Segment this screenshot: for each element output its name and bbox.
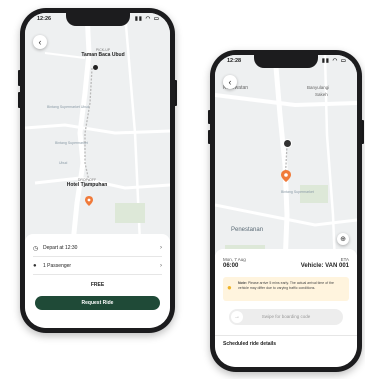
map-label: Sakeh (315, 92, 328, 97)
map-label: Bintang Supermarket (55, 141, 88, 145)
ride-time: 06:00 (223, 263, 239, 269)
status-bar: 12:26 ▮▮ ◠ ▭ (25, 16, 170, 26)
person-icon: ● (33, 263, 37, 269)
swipe-label: Swipe for boarding code (261, 314, 311, 319)
arrival-note: ● Note: Please arrive 5 mins early. The … (223, 277, 349, 301)
dropoff-marker-icon (281, 170, 291, 182)
pickup-label: PICK-UP Taman Baca Ubud (73, 48, 133, 58)
vehicle-marker-icon (283, 139, 292, 148)
ride-map[interactable]: ‹ Kedewatan Banyulangi Sakeh Bintang Sup… (215, 55, 357, 255)
map-label: Ubud (59, 161, 68, 165)
right-phone-screen: 12:28 ▮▮ ◠ ▭ ‹ Kedewatan Banyulangi Sake… (215, 55, 357, 367)
status-icons: ▮▮ ◠ ▭ (321, 58, 347, 64)
depart-label: Depart at 12:30 (43, 245, 78, 251)
recenter-button[interactable]: ⊕ (337, 233, 349, 245)
map-label: Banyulangi (307, 85, 330, 90)
chevron-right-icon: › (160, 263, 162, 269)
status-icons: ▮▮ ◠ ▭ (134, 16, 160, 22)
swipe-boarding-slider[interactable]: → Swipe for boarding code (229, 309, 343, 325)
note-text: Please arrive 5 mins early. The actual a… (238, 281, 334, 290)
passenger-row[interactable]: ● 1 Passenger › (33, 258, 162, 275)
dropoff-marker-icon (85, 196, 93, 206)
pickup-marker-icon (93, 65, 98, 70)
note-text-block: Note: Please arrive 5 mins early. The ac… (238, 281, 345, 290)
status-bar: 12:28 ▮▮ ◠ ▭ (215, 58, 357, 68)
scheduled-ride-details[interactable]: Scheduled ride details (223, 341, 276, 347)
left-phone: 12:26 ▮▮ ◠ ▭ ‹ PICK-UP Taman Baca Ubud B… (20, 8, 175, 333)
map-label: Penestanan (231, 227, 264, 233)
map-label: Bintang Supermarket Ubud (47, 105, 90, 109)
back-button[interactable]: ‹ (223, 75, 237, 89)
right-phone: 12:28 ▮▮ ◠ ▭ ‹ Kedewatan Banyulangi Sake… (210, 50, 362, 372)
status-time: 12:26 (37, 16, 52, 22)
lightbulb-icon: ● (227, 283, 232, 292)
ride-date: Mon, 7 Aug (223, 257, 246, 262)
request-ride-button[interactable]: Request Ride (35, 296, 160, 310)
dropoff-name: Hotel Tjampuhan (66, 182, 108, 189)
depart-time-row[interactable]: ◷ Depart at 12:30 › (33, 240, 162, 257)
booking-sheet: ◷ Depart at 12:30 › ● 1 Passenger › FREE… (25, 234, 170, 328)
divider (215, 335, 357, 336)
left-phone-screen: 12:26 ▮▮ ◠ ▭ ‹ PICK-UP Taman Baca Ubud B… (25, 13, 170, 328)
pickup-name: Taman Baca Ubud (81, 52, 125, 59)
clock-icon: ◷ (33, 245, 39, 252)
dropoff-label: DROP-OFF Hotel Tjampuhan (55, 178, 119, 188)
note-bold: Note: (238, 281, 247, 285)
price-label: FREE (90, 282, 105, 288)
status-time: 12:28 (227, 58, 242, 64)
eta-label: ETA (340, 257, 349, 262)
route-map[interactable]: ‹ PICK-UP Taman Baca Ubud Bintang Superm… (25, 13, 170, 240)
chevron-right-icon: › (160, 245, 162, 251)
map-label: Bintang Supermarket (281, 190, 314, 194)
back-button[interactable]: ‹ (33, 35, 47, 49)
vehicle-label: Vehicle: VAN 001 (300, 263, 349, 269)
passenger-label: 1 Passenger (43, 263, 72, 269)
ride-details-sheet: Mon, 7 Aug 06:00 ETA Vehicle: VAN 001 ● … (215, 249, 357, 367)
